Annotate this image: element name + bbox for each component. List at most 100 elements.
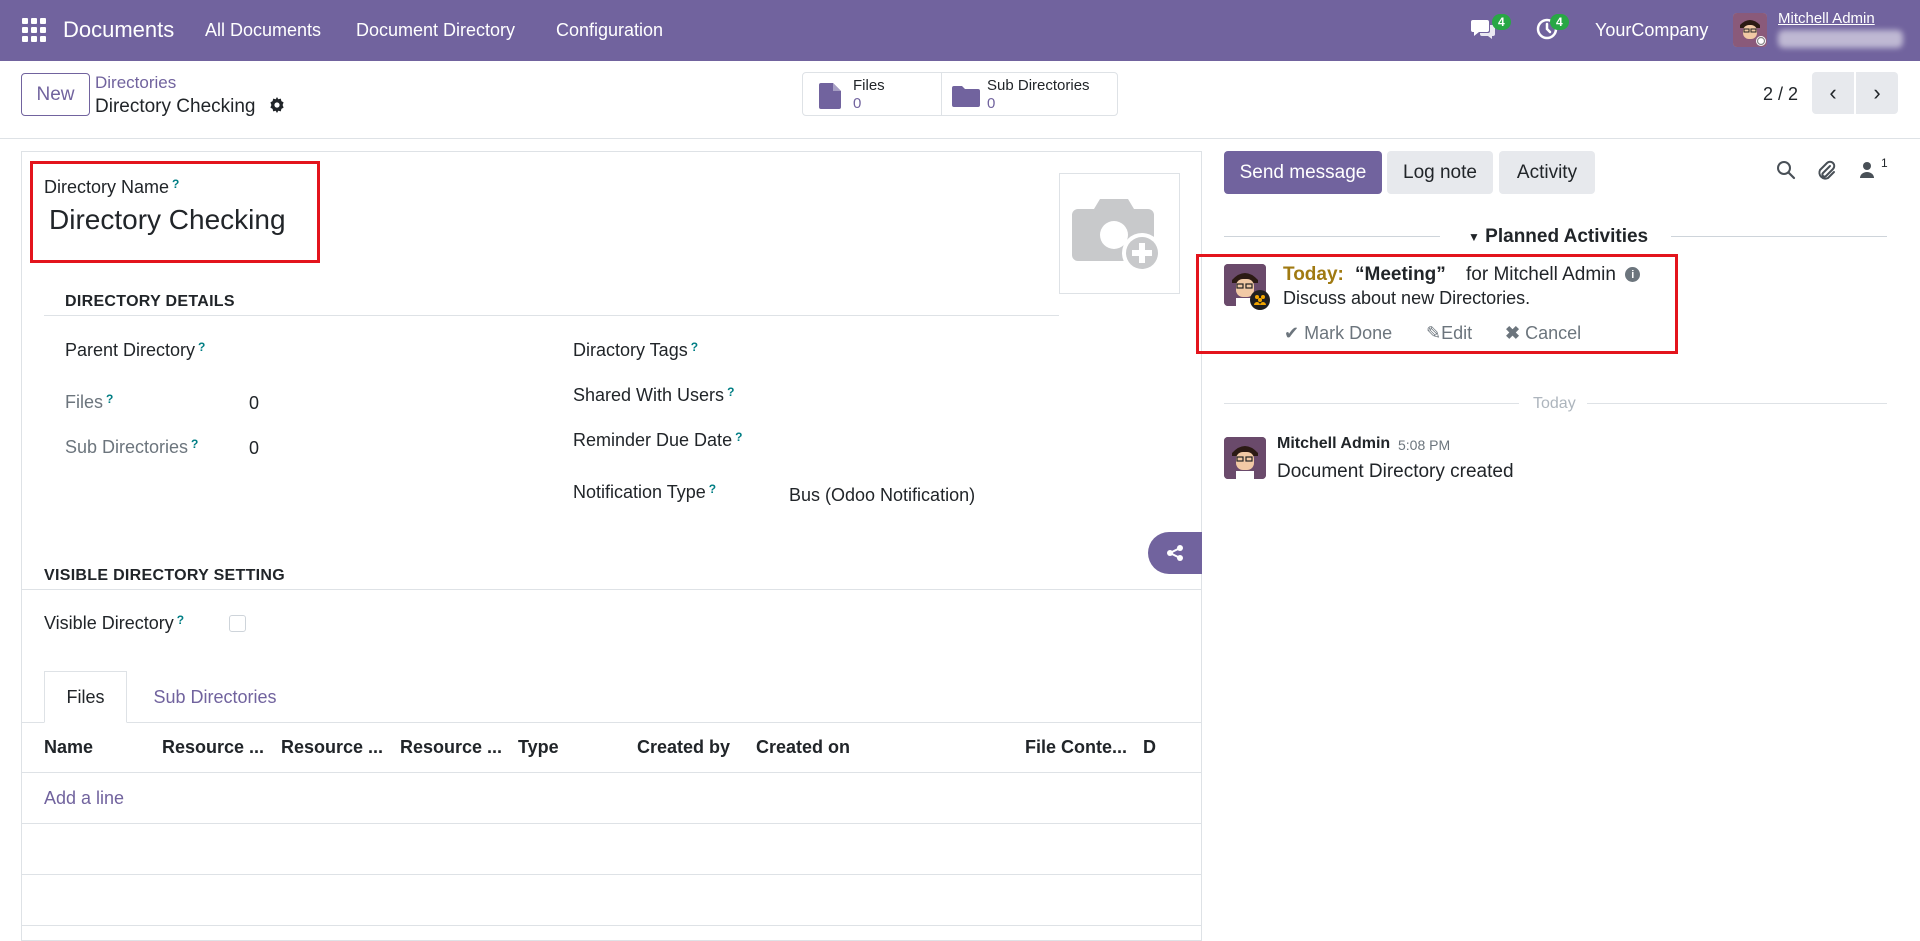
check-icon: ✔ xyxy=(1284,323,1300,343)
notification-type-label: Notification Type? xyxy=(573,482,717,502)
log-note-button[interactable]: Log note xyxy=(1387,151,1493,194)
user-database-blurred xyxy=(1778,30,1903,48)
app-grid-icon[interactable] xyxy=(22,18,46,42)
help-icon[interactable]: ? xyxy=(191,437,198,451)
send-message-button[interactable]: Send message xyxy=(1224,151,1382,194)
message-author-avatar[interactable] xyxy=(1224,437,1266,479)
subdirectories-smart-value: 0 xyxy=(987,95,996,112)
chevron-left-icon: ‹ xyxy=(1829,80,1837,105)
activities-badge: 4 xyxy=(1550,14,1569,30)
image-upload[interactable] xyxy=(1059,173,1180,294)
help-icon[interactable]: ? xyxy=(172,177,179,191)
info-icon[interactable]: i xyxy=(1625,267,1641,283)
parent-directory-label: Parent Directory? xyxy=(65,340,206,360)
chevron-right-icon: › xyxy=(1873,80,1881,105)
tab-files[interactable]: Files xyxy=(44,671,127,723)
edit-activity-button[interactable]: ✎Edit xyxy=(1426,323,1472,344)
pencil-icon: ✎ xyxy=(1426,323,1442,343)
subdirectories-smart-button[interactable]: Sub Directories 0 xyxy=(941,72,1118,116)
files-label: Files? xyxy=(65,392,114,412)
new-button[interactable]: New xyxy=(21,73,90,116)
section-separator xyxy=(21,589,1202,590)
section-directory-details: DIRECTORY DETAILS xyxy=(65,293,235,310)
activity-summary: “Meeting” xyxy=(1355,264,1446,285)
help-icon[interactable]: ? xyxy=(735,430,742,444)
search-icon[interactable] xyxy=(1776,160,1796,186)
activity-button[interactable]: Activity xyxy=(1499,151,1595,194)
folder-icon xyxy=(952,86,980,107)
help-icon[interactable]: ? xyxy=(198,340,205,354)
close-icon: ✖ xyxy=(1505,323,1521,343)
sub-directories-label: Sub Directories? xyxy=(65,437,199,457)
column-header-resource-2[interactable]: Resource ... xyxy=(281,737,383,758)
followers-button[interactable]: 1 xyxy=(1859,156,1888,186)
column-header-file-content[interactable]: File Conte... xyxy=(1025,737,1127,758)
help-icon[interactable]: ? xyxy=(709,482,716,496)
files-smart-value: 0 xyxy=(853,95,862,112)
column-header-resource-3[interactable]: Resource ... xyxy=(400,737,502,758)
files-smart-label: Files xyxy=(853,77,885,94)
table-row-separator xyxy=(21,874,1202,875)
notification-type-select[interactable]: Bus (Odoo Notification) xyxy=(789,485,975,506)
company-switcher[interactable]: YourCompany xyxy=(1595,20,1708,41)
date-separator xyxy=(1224,403,1519,404)
user-avatar[interactable] xyxy=(1733,13,1767,47)
files-value: 0 xyxy=(249,393,260,413)
activity-note: Discuss about new Directories. xyxy=(1283,288,1531,308)
shared-with-users-label: Shared With Users? xyxy=(573,385,735,405)
followers-count: 1 xyxy=(1881,156,1888,170)
pager-previous-button[interactable]: ‹ xyxy=(1812,72,1854,114)
menu-all-documents[interactable]: All Documents xyxy=(205,20,321,41)
add-a-line-link[interactable]: Add a line xyxy=(44,788,124,809)
help-icon[interactable]: ? xyxy=(727,385,734,399)
table-row-separator xyxy=(21,772,1202,773)
menu-configuration[interactable]: Configuration xyxy=(556,20,663,41)
message-time: 5:08 PM xyxy=(1398,437,1451,453)
help-icon[interactable]: ? xyxy=(106,392,113,406)
user-icon xyxy=(1860,162,1874,178)
column-header-created-by[interactable]: Created by xyxy=(637,737,730,758)
column-header-d[interactable]: D xyxy=(1143,737,1156,758)
date-separator xyxy=(1587,403,1887,404)
date-separator-label: Today xyxy=(1533,395,1576,412)
pager-next-button[interactable]: › xyxy=(1856,72,1898,114)
section-separator xyxy=(44,315,1059,316)
activity-due-label: Today: xyxy=(1283,264,1344,285)
app-brand[interactable]: Documents xyxy=(63,17,174,43)
reminder-due-date-label: Reminder Due Date? xyxy=(573,430,743,450)
section-visible-directory-setting: VISIBLE DIRECTORY SETTING xyxy=(44,567,286,584)
caret-down-icon: ▼ xyxy=(1468,229,1480,244)
column-header-resource-1[interactable]: Resource ... xyxy=(162,737,264,758)
tab-sub-directories[interactable]: Sub Directories xyxy=(135,671,295,723)
help-icon[interactable]: ? xyxy=(691,340,698,354)
paperclip-icon[interactable] xyxy=(1816,160,1836,188)
meeting-activity-icon xyxy=(1250,290,1270,310)
directory-name-input[interactable]: Directory Checking xyxy=(49,204,286,236)
message-author[interactable]: Mitchell Admin xyxy=(1277,435,1390,453)
sub-directories-value: 0 xyxy=(249,438,260,458)
gear-icon[interactable] xyxy=(268,96,286,119)
activity-assignee: for Mitchell Admin i xyxy=(1466,264,1641,286)
help-icon[interactable]: ? xyxy=(177,613,184,627)
column-header-type[interactable]: Type xyxy=(518,737,559,758)
top-navbar: Documents All Documents Document Directo… xyxy=(0,0,1920,61)
visible-directory-label: Visible Directory? xyxy=(44,613,185,633)
user-name[interactable]: Mitchell Admin xyxy=(1778,10,1875,27)
mark-done-button[interactable]: ✔ Mark Done xyxy=(1284,323,1392,344)
directory-tags-label: Diractory Tags? xyxy=(573,340,699,360)
planned-activities-separator xyxy=(1671,236,1887,237)
cancel-activity-button[interactable]: ✖ Cancel xyxy=(1505,323,1581,344)
planned-activities-toggle[interactable]: ▼ Planned Activities xyxy=(1468,226,1648,248)
pager-value[interactable]: 2 / 2 xyxy=(1763,84,1798,105)
files-smart-button[interactable]: Files 0 xyxy=(802,72,942,116)
breadcrumb-current-record: Directory Checking xyxy=(95,96,256,117)
message-body: Document Directory created xyxy=(1277,461,1514,482)
menu-document-directory[interactable]: Document Directory xyxy=(356,20,515,41)
column-header-name[interactable]: Name xyxy=(44,737,93,758)
breadcrumb-directories[interactable]: Directories xyxy=(95,73,176,93)
column-header-created-on[interactable]: Created on xyxy=(756,737,850,758)
share-button[interactable] xyxy=(1148,532,1202,574)
directory-name-label: Directory Name? xyxy=(44,177,180,197)
messages-badge: 4 xyxy=(1492,14,1511,30)
visible-directory-checkbox[interactable] xyxy=(229,615,246,632)
